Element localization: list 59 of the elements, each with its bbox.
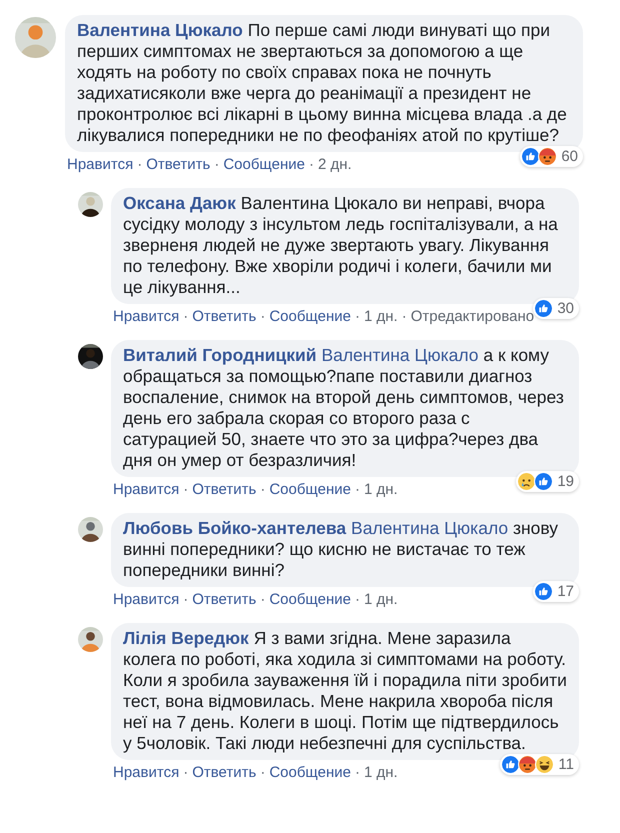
separator-dot: · <box>183 307 188 327</box>
separator-dot: · <box>354 590 360 610</box>
action-link[interactable]: Ответить <box>192 307 256 327</box>
reactions-pill[interactable]: 17 <box>533 581 579 602</box>
action-link[interactable]: Ответить <box>192 763 256 783</box>
separator-dot: · <box>260 590 266 610</box>
timestamp: 1 дн. <box>364 480 398 500</box>
action-link[interactable]: Нравится <box>113 590 180 610</box>
separator-dot: · <box>183 763 188 783</box>
reaction-count: 17 <box>557 582 574 600</box>
separator-dot: · <box>137 155 142 175</box>
reactions-pill[interactable]: 19 <box>516 471 579 492</box>
separator-dot: · <box>354 480 360 500</box>
separator-dot: · <box>308 155 314 175</box>
action-link[interactable]: Сообщение <box>269 307 351 327</box>
action-link[interactable]: Сообщение <box>269 763 351 783</box>
author-name[interactable]: Валентина Цюкало <box>77 20 243 40</box>
separator-dot: · <box>260 763 266 783</box>
comment-text: Оксана Даюк Валентина Цюкало ви неправі, вчора сусідку молоду з інсультом ледь госпіталізували, а на зверненя людей не дуже звертають увагу. Лікування по телефону. Вже хворіли родичі і колеги, бачили ми це лікування... <box>123 193 559 298</box>
action-link[interactable]: Сообщение <box>223 155 305 175</box>
mention-link[interactable]: Валентина Цюкало <box>321 345 478 365</box>
separator-dot: · <box>183 590 188 610</box>
comment-text: Валентина Цюкало По перше самі люди винуваті що при перших симптомах не звертаються за допомогою а ще ходять на роботу по своїх справах пока не почнуть задихатисяколи вже черга до реанімації а президент не проконтролює всі лікарні в цьому винна місцева влада .а де лікувалися попередники не по феофаніях атой по крутіше? <box>77 20 568 146</box>
comment-text: Любовь Бойко-хантелева Валентина Цюкало знову винні попередники? що кисню не вистачає то теж попередники винні? <box>123 518 560 581</box>
reactions-pill[interactable]: 60 <box>520 146 583 167</box>
reaction-count: 30 <box>557 300 574 318</box>
action-link[interactable]: Нравится <box>67 155 134 175</box>
author-name[interactable]: Оксана Даюк <box>123 193 236 213</box>
comment-text: Виталий Городницкий Валентина Цюкало а к кому обращаться за помощью?папе поставили диагноз воспаление, снимок на второй день симптомов, через день его забрала скорая со второго раза с сатурацией 50, знаете что это за цифра?через два дня он умер от безразличия! <box>123 345 565 471</box>
action-link[interactable]: Нравится <box>113 307 180 327</box>
author-name[interactable]: Лілія Вередюк <box>123 628 249 648</box>
timestamp: 2 дн. <box>318 155 352 175</box>
timestamp: 1 дн. <box>364 763 398 783</box>
action-link[interactable]: Нравится <box>113 763 180 783</box>
reaction-count: 11 <box>558 756 574 774</box>
author-name[interactable]: Любовь Бойко-хантелева <box>123 518 346 538</box>
action-link[interactable]: Нравится <box>113 480 180 500</box>
action-link[interactable]: Ответить <box>192 590 256 610</box>
reaction-count: 19 <box>557 472 574 490</box>
timestamp: Отредактировано <box>410 307 534 327</box>
action-link[interactable]: Сообщение <box>269 480 351 500</box>
separator-dot: · <box>260 480 266 500</box>
timestamp: 1 дн. <box>364 307 398 327</box>
separator-dot: · <box>402 307 407 327</box>
separator-dot: · <box>354 763 360 783</box>
action-link[interactable]: Ответить <box>146 155 210 175</box>
separator-dot: · <box>183 480 188 500</box>
reactions-pill[interactable]: 30 <box>533 298 579 319</box>
mention-link[interactable]: Валентина Цюкало <box>351 518 508 538</box>
separator-dot: · <box>354 307 360 327</box>
timestamp: 1 дн. <box>364 590 398 610</box>
author-name[interactable]: Виталий Городницкий <box>123 345 317 365</box>
comment-text: Лілія Вередюк Я з вами згідна. Мене заразила колега по роботі, яка ходила зі симптомами на роботу. Коли я зробила зауваження їй і порадила піти зробити тест, вона відмовилась. Мене накрила хвороба після неї на 7 день. Колеги в шоці. Потім ще підтвердилось у 5чоловік. Такі люди небезпечні для суспільства. <box>123 628 567 754</box>
action-link[interactable]: Ответить <box>192 480 256 500</box>
reaction-count: 60 <box>561 148 578 166</box>
reactions-pill[interactable]: 11 <box>500 754 579 775</box>
separator-dot: · <box>214 155 220 175</box>
separator-dot: · <box>260 307 266 327</box>
action-link[interactable]: Сообщение <box>269 590 351 610</box>
